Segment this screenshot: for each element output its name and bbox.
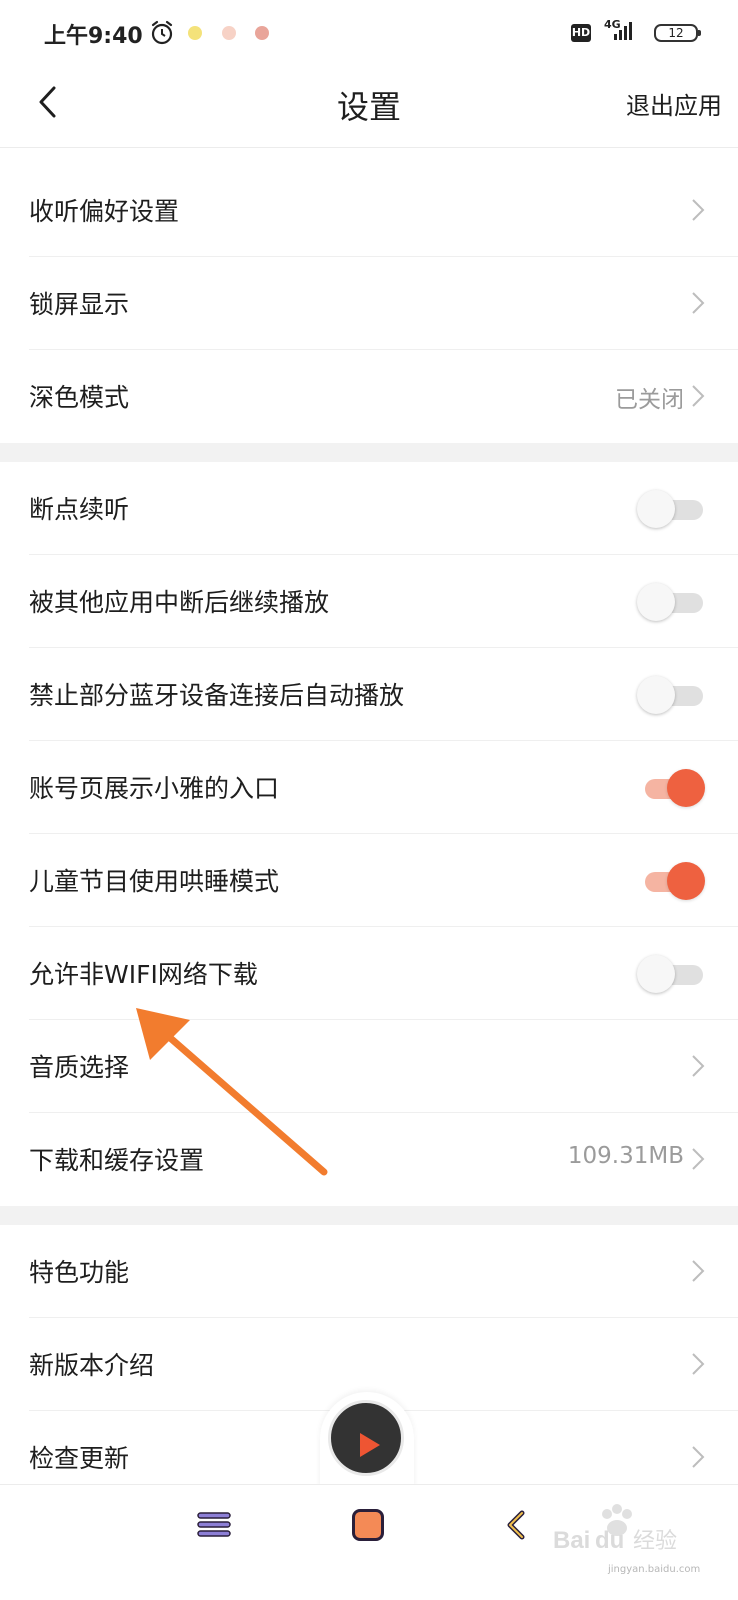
row-label: 新版本介绍 — [29, 1351, 155, 1380]
section-gap — [0, 1206, 738, 1225]
header: 设置 退出应用 — [0, 64, 738, 148]
row-label: 下载和缓存设置 — [29, 1146, 205, 1175]
notification-icon — [255, 26, 269, 40]
row-label: 允许非WIFI网络下载 — [29, 960, 258, 989]
lock-screen-display-row[interactable]: 锁屏显示 — [0, 257, 738, 350]
chevron-right-icon — [692, 385, 705, 407]
menu-icon[interactable] — [196, 1507, 232, 1543]
row-label: 深色模式 — [29, 383, 130, 412]
watermark-url: jingyan.baidu.com — [608, 1564, 701, 1575]
chevron-right-icon — [692, 1446, 705, 1468]
dark-mode-status: 已关闭 — [615, 387, 684, 413]
notification-icon — [222, 26, 236, 40]
row-label: 音质选择 — [29, 1053, 130, 1082]
mini-player[interactable] — [320, 1392, 414, 1492]
bluetooth-autoplay-toggle[interactable] — [637, 676, 705, 714]
row-label: 断点续听 — [29, 495, 130, 524]
continue-after-interrupt-row: 被其他应用中断后继续播放 — [0, 555, 738, 648]
exit-app-button[interactable]: 退出应用 — [626, 86, 722, 121]
status-bar: 上午9:40 HD 4G 12 — [0, 0, 738, 64]
xiaoya-entry-toggle[interactable] — [637, 769, 705, 807]
alarm-icon — [151, 20, 173, 45]
signal-icon — [614, 22, 632, 40]
chevron-right-icon — [692, 1260, 705, 1282]
dark-mode-row[interactable]: 深色模式 已关闭 — [0, 350, 738, 443]
audio-quality-row[interactable]: 音质选择 — [0, 1020, 738, 1113]
resume-playback-row: 断点续听 — [0, 462, 738, 555]
section-spacer — [0, 148, 738, 164]
play-icon — [360, 1433, 380, 1457]
home-icon[interactable] — [352, 1509, 384, 1541]
svg-text:经验: 经验 — [633, 1529, 677, 1554]
continue-after-interrupt-toggle[interactable] — [637, 583, 705, 621]
non-wifi-download-toggle[interactable] — [637, 955, 705, 993]
hd-badge: HD — [571, 24, 591, 42]
resume-playback-toggle[interactable] — [637, 490, 705, 528]
non-wifi-download-row: 允许非WIFI网络下载 — [0, 927, 738, 1020]
row-label: 被其他应用中断后继续播放 — [29, 588, 330, 617]
listen-preferences-row[interactable]: 收听偏好设置 — [0, 164, 738, 257]
chevron-right-icon — [692, 199, 705, 221]
notification-icon — [188, 26, 202, 40]
chevron-right-icon — [692, 1055, 705, 1077]
cache-size: 109.31MB — [567, 1143, 684, 1169]
row-label: 收听偏好设置 — [29, 197, 180, 226]
row-label: 儿童节目使用哄睡模式 — [29, 867, 280, 896]
row-label: 特色功能 — [29, 1258, 130, 1287]
xiaoya-entry-row: 账号页展示小雅的入口 — [0, 741, 738, 834]
back-icon[interactable] — [504, 1509, 528, 1541]
download-cache-row[interactable]: 下载和缓存设置 109.31MB — [0, 1113, 738, 1206]
baidu-watermark-logo: Bai du 经验 — [553, 1504, 677, 1554]
row-label: 禁止部分蓝牙设备连接后自动播放 — [29, 681, 405, 710]
kids-sleep-mode-row: 儿童节目使用哄睡模式 — [0, 834, 738, 927]
row-label: 锁屏显示 — [29, 290, 130, 319]
svg-text:du: du — [595, 1527, 624, 1554]
battery-indicator: 12 — [654, 24, 701, 42]
row-label: 账号页展示小雅的入口 — [29, 774, 280, 803]
svg-text:Bai: Bai — [553, 1527, 590, 1554]
status-time: 上午9:40 — [44, 24, 143, 49]
chevron-right-icon — [692, 292, 705, 314]
chevron-right-icon — [692, 1148, 705, 1170]
featured-functions-row[interactable]: 特色功能 — [0, 1225, 738, 1318]
section-gap — [0, 443, 738, 462]
row-label: 检查更新 — [29, 1444, 130, 1473]
bluetooth-autoplay-row: 禁止部分蓝牙设备连接后自动播放 — [0, 648, 738, 741]
kids-sleep-mode-toggle[interactable] — [637, 862, 705, 900]
player-cover[interactable] — [328, 1400, 404, 1476]
chevron-right-icon — [692, 1353, 705, 1375]
